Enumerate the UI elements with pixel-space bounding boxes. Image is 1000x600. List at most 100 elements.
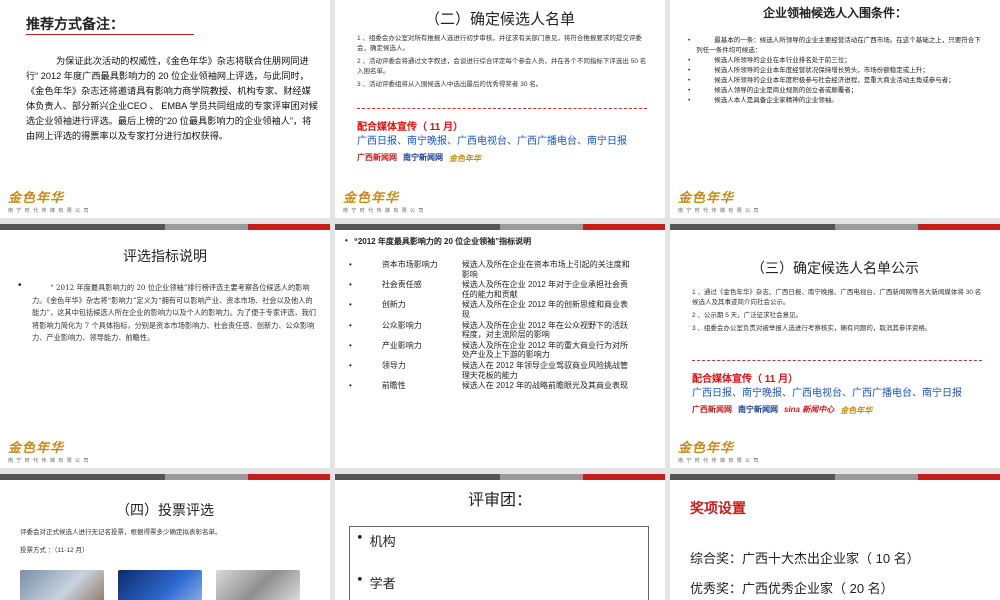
indicator-desc: 候选人及所在企业 2012 年的重大商业行为对所处产业及上下游的影响力	[461, 340, 629, 360]
list-item: • 学者	[356, 573, 396, 592]
indicator-item: • 资本市场影响力 候选人及所在企业在资本市场上引起的关注度和影响	[349, 260, 655, 279]
slide-title: “2012 年度最具影响力的 20 位企业领袖”指标说明	[353, 237, 532, 246]
photo-computer	[118, 570, 202, 600]
slide-title: 评选指标说明	[123, 248, 207, 264]
slide-voting[interactable]: （四）投票评选 评委会对正式候选人进行无记名投票，根据得票多少确定拟表彰名单。 …	[0, 474, 330, 600]
slide-entry-conditions[interactable]: 企业领袖候选人入围条件： • 最基本的一条：候选人所领导的企业主要经营活动在广西市…	[670, 0, 1000, 218]
indicator-desc: 候选人及所在企业 2012 年在公众视野下的活跃程度，对主流阶层的影响	[461, 320, 629, 340]
list-item: 2 、活动评委会将通过文字叙述，会谈进行综合评定每个参会人员，并在各个不同指标下…	[357, 58, 647, 75]
top-color-bar	[670, 474, 1000, 480]
slide-indicator-list[interactable]: • “2012 年度最具影响力的 20 位企业领袖”指标说明 • 资本市场影响力…	[335, 224, 665, 468]
top-color-bar	[335, 474, 665, 480]
company-name: 南 宁 时 代 传 媒 有 限 公 司	[678, 458, 760, 464]
slide-body: 为保证此次活动的权威性，《金色年华》杂志将联合住朋网同进行“ 2012 年度广西…	[26, 56, 318, 141]
publicity-list: 1 、通过《金色年华》杂志、广西日报、南宁晚报、广西电视台、广西新闻网等各大新闻…	[692, 288, 984, 334]
nnnews-logo: 南宁新闻网	[403, 153, 443, 162]
slide-footer: 金色年华 南 宁 时 代 传 媒 有 限 公 司	[8, 437, 158, 464]
top-color-bar	[0, 224, 330, 230]
list-item: • 候选人所领导的企业本年度积极参与社会经济进程，是重大商业活动主角或参与者；	[688, 77, 955, 84]
nnnews-logo: 南宁新闻网	[738, 405, 778, 414]
slide-title: 推荐方式备注：	[26, 16, 124, 32]
indicator-desc: 候选人在 2012 年领导企业驾驭商业风险挑战管理天花板的能力	[461, 360, 629, 380]
slide-criteria-description[interactable]: 评选指标说明 • “ 2012 年度最具影响力的 20 位企业领袖”排行榜评选主…	[0, 224, 330, 468]
slide-title: （四）投票评选	[116, 503, 214, 519]
process-list: 1 、组委会办公室对所有推报人选进行初步审核，并征求有关部门意见，将符合推报要求…	[357, 34, 647, 90]
photo-hands	[20, 570, 104, 600]
indicator-item: • 公众影响力 候选人及所在企业 2012 年在公众视野下的活跃程度，对主流阶层的…	[349, 321, 655, 340]
indicator-label: 领导力	[381, 360, 406, 370]
slide-recommendation-notes[interactable]: 推荐方式备注： 为保证此次活动的权威性，《金色年华》杂志将联合住朋网同进行“ 2…	[0, 0, 330, 218]
sina-news-logo: sina 新闻中心	[784, 405, 835, 414]
bullet-dot: •	[18, 280, 22, 291]
list-item: • 候选人所领导的企业本年度经营状况保持增长势头，市场份额稳定或上升；	[688, 67, 929, 74]
company-name: 南 宁 时 代 传 媒 有 限 公 司	[8, 208, 90, 214]
slide-title: 评审团：	[467, 490, 532, 509]
indicator-label: 产业影响力	[381, 340, 422, 350]
golden-years-logo: 金色年华	[449, 153, 481, 163]
slide-title: （三）确定候选人名单公示	[751, 261, 919, 277]
list-item: 3 、活动评委组将从入围候选人中选出最后的优秀得奖者 30 名。	[357, 81, 543, 88]
media-title: 配合媒体宣传（ 11 月）	[692, 374, 799, 385]
list-item: 2 、公示期 5 天，广泛征求社会意见。	[692, 312, 803, 319]
list-item: • 最基本的一条：候选人所领导的企业主要经营活动在广西市场。在这个基础之上，只要符…	[688, 37, 981, 54]
indicator-desc: 候选人及所在企业 2012 年的创新思维和商业表现	[461, 300, 629, 319]
title-underline	[26, 34, 194, 35]
voting-description: 评委会对正式候选人进行无记名投票，根据得票多少确定拟表彰名单。	[20, 529, 222, 536]
brand-logo: 金色年华	[343, 191, 400, 206]
voting-method: 投票方式 ：（11-12 月）	[20, 547, 89, 554]
dashed-divider	[692, 360, 982, 361]
indicator-item: • 创新力 候选人及所在企业 2012 年的创新思维和商业表现	[349, 300, 655, 319]
list-item: • 机构	[356, 531, 396, 550]
slide-title-row: • “2012 年度最具影响力的 20 位企业领袖”指标说明	[345, 236, 532, 246]
indicator-item: • 社会责任感 候选人及所在企业 2012 年对于企业承担社会责任的能力和贡献	[349, 280, 655, 299]
brand-logo: 金色年华	[8, 441, 65, 456]
slide-candidate-publicity[interactable]: （三）确定候选人名单公示 1 、通过《金色年华》杂志、广西日报、南宁晚报、广西电…	[670, 224, 1000, 468]
award-item: 综合奖：广西十大杰出企业家（ 10 名）	[690, 551, 920, 566]
indicator-label: 创新力	[381, 300, 406, 310]
indicator-item: • 产业影响力 候选人及所在企业 2012 年的重大商业行为对所处产业及上下游的影…	[349, 341, 655, 360]
award-item: 优秀奖：广西优秀企业家（ 20 名）	[690, 581, 894, 596]
slide-footer: 金色年华 南 宁 时 代 传 媒 有 限 公 司	[678, 187, 828, 214]
company-name: 南 宁 时 代 传 媒 有 限 公 司	[343, 208, 425, 214]
slide-footer: 金色年华 南 宁 时 代 传 媒 有 限 公 司	[8, 187, 158, 214]
slide-footer: 金色年华 南 宁 时 代 传 媒 有 限 公 司	[678, 437, 828, 464]
indicator-desc: 候选人及所在企业 2012 年对于企业承担社会责任的能力和贡献	[461, 280, 629, 299]
slide-awards[interactable]: 奖项设置 综合奖：广西十大杰出企业家（ 10 名） 优秀奖：广西优秀企业家（ 2…	[670, 474, 1000, 600]
indicator-item: • 领导力 候选人在 2012 年领导企业驾驭商业风险挑战管理天花板的能力	[349, 361, 655, 380]
list-item: 3 、组委会办公室负责对被举报人选进行考察核实，确有问题的，取消其参评资格。	[692, 325, 932, 332]
list-item: 1 、通过《金色年华》杂志、广西日报、南宁晚报、广西电视台、广西新闻网等各大新闻…	[692, 289, 982, 306]
dashed-divider	[357, 108, 647, 109]
media-list: 广西日报、南宁晚报、广西电视台、广西广播电台、南宁日报 广西新闻网 南宁新闻网 …	[357, 134, 647, 167]
indicator-list: • 资本市场影响力 候选人及所在企业在资本市场上引起的关注度和影响 • 社会责任感…	[349, 260, 655, 391]
indicator-desc: 候选人在 2012 年的战略前瞻眼光及其商业表现	[461, 381, 629, 391]
indicator-label: 社会责任感	[381, 280, 422, 290]
slide-candidate-list[interactable]: （二）确定候选人名单 1 、组委会办公室对所有推报人选进行初步审核，并征求有关部…	[335, 0, 665, 218]
slide-jury[interactable]: 评审团： • 机构 • 学者	[335, 474, 665, 600]
media-title: 配合媒体宣传（ 11 月）	[357, 122, 464, 133]
golden-years-logo: 金色年华	[840, 405, 873, 415]
indicator-label: 公众影响力	[381, 320, 422, 330]
jury-box: • 机构 • 学者	[349, 526, 649, 600]
list-item: • 候选人本人是具备企业家精神的企业领袖。	[688, 97, 838, 104]
slide-title: 奖项设置	[690, 500, 746, 516]
list-item: • 候选人领导的企业是商业规则的创立者或颠覆者；	[688, 87, 858, 94]
list-item: 1 、组委会办公室对所有推报人选进行初步审核，并征求有关部门意见，将符合推报要求…	[357, 35, 642, 52]
indicator-label: 前瞻性	[381, 381, 406, 391]
top-color-bar	[335, 224, 665, 230]
gxnews-logo: 广西新闻网	[692, 405, 732, 414]
gxnews-logo: 广西新闻网	[357, 153, 397, 162]
media-names: 广西日报、南宁晚报、广西电视台、广西广播电台、南宁日报	[357, 136, 627, 147]
brand-logo: 金色年华	[8, 191, 65, 206]
photo-keyboard	[216, 570, 300, 600]
top-color-bar	[670, 224, 1000, 230]
brand-logo: 金色年华	[678, 191, 735, 206]
top-color-bar	[0, 474, 330, 480]
brand-logo: 金色年华	[678, 441, 735, 456]
media-logo-strip: 广西新闻网 南宁新闻网 sina 新闻中心 金色年华	[692, 402, 872, 418]
media-logo-strip: 广西新闻网 南宁新闻网 金色年华	[357, 150, 481, 166]
media-names: 广西日报、南宁晚报、广西电视台、广西广播电台、南宁日报	[692, 388, 962, 399]
indicator-desc: 候选人及所在企业在资本市场上引起的关注度和影响	[461, 260, 630, 279]
slide-title: （二）确定候选人名单	[424, 10, 575, 28]
company-name: 南 宁 时 代 传 媒 有 限 公 司	[678, 208, 760, 214]
indicator-label: 资本市场影响力	[381, 260, 438, 269]
